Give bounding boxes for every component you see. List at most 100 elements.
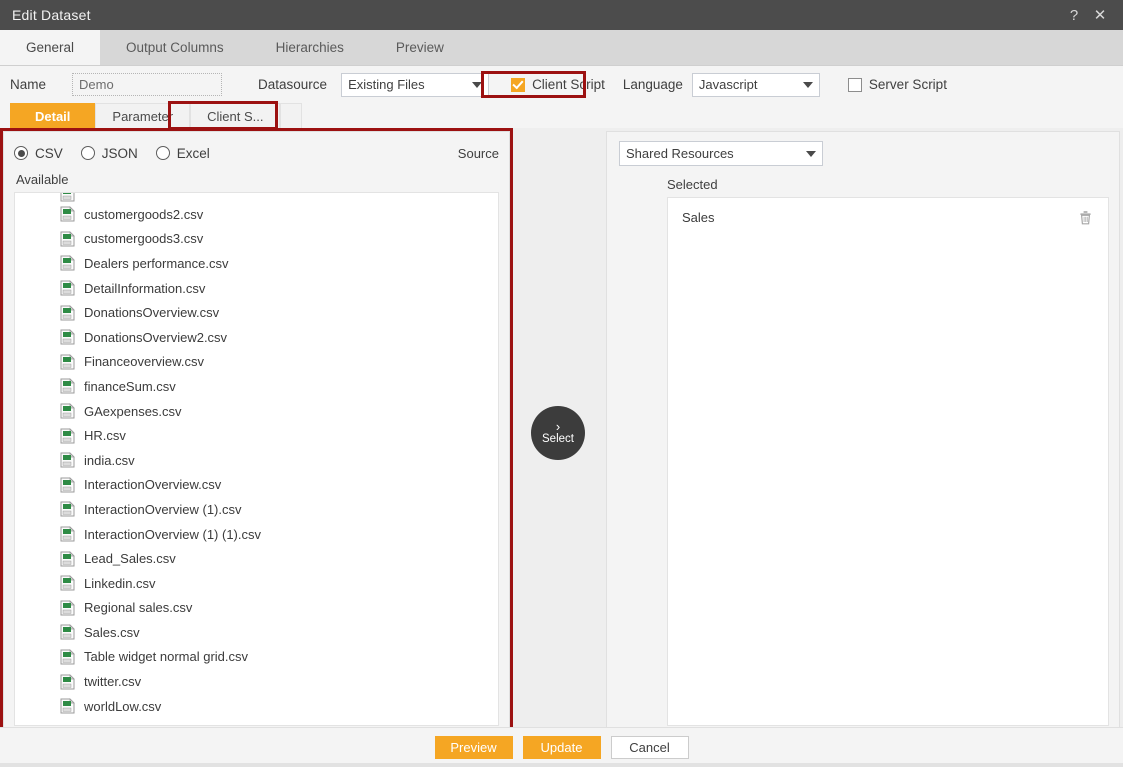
list-item[interactable]: HR.csv (15, 423, 498, 448)
list-item[interactable]: DetailInformation.csv (15, 276, 498, 301)
list-item[interactable]: Financeoverview.csv (15, 350, 498, 375)
radio-excel[interactable]: Excel (155, 145, 210, 161)
file-name: Table widget normal grid.csv (84, 649, 249, 665)
radio-json-label: JSON (101, 145, 138, 161)
list-item[interactable]: Linkedin.csv (15, 571, 498, 596)
list-item[interactable]: Regional sales.csv (15, 596, 498, 621)
list-item[interactable]: InteractionOverview.csv (15, 473, 498, 498)
file-name: GAexpenses.csv (84, 403, 182, 419)
name-label: Name (10, 77, 47, 92)
list-item[interactable]: DonationsOverview2.csv (15, 325, 498, 350)
footer-strip (0, 763, 1123, 767)
tab-general[interactable]: General (0, 30, 101, 65)
server-script-checkbox[interactable]: Server Script (847, 77, 947, 92)
dialog-titlebar: Edit Dataset ? ✕ (0, 0, 1123, 30)
list-item[interactable]: Table widget normal grid.csv (15, 645, 498, 670)
update-button[interactable]: Update (522, 736, 601, 759)
tab-preview[interactable]: Preview (370, 30, 470, 65)
file-name: DonationsOverview2.csv (84, 329, 228, 345)
file-name: HR.csv (84, 428, 126, 444)
list-item[interactable]: india.csv (15, 448, 498, 473)
list-item[interactable]: InteractionOverview (1) (1).csv (15, 522, 498, 547)
chevron-down-icon (802, 81, 813, 88)
csv-file-icon (60, 193, 75, 202)
file-name: twitter.csv (84, 674, 142, 690)
csv-file-icon (60, 255, 75, 271)
csv-file-icon (60, 427, 75, 444)
csv-file-icon (60, 304, 75, 321)
radio-excel-label: Excel (176, 145, 210, 161)
datasource-select-value: Existing Files (348, 77, 425, 92)
file-name: customergoods3.csv (84, 231, 204, 247)
csv-file-icon (60, 501, 75, 517)
available-file-list[interactable]: customergoods2.csv customergoods3.csv Deal… (14, 192, 499, 726)
list-item[interactable]: financeSum.csv (15, 374, 498, 399)
source-section-label: Source (457, 145, 499, 161)
resource-type-select[interactable]: Shared Resources (619, 141, 823, 166)
csv-file-icon (60, 698, 75, 714)
selected-item-name: Sales (682, 209, 715, 225)
list-item-partial[interactable] (15, 193, 498, 202)
file-rows-container: customergoods2.csv customergoods3.csv Deal… (15, 202, 498, 718)
resource-type-value: Shared Resources (626, 146, 734, 161)
list-item[interactable]: worldLow.csv (15, 694, 498, 719)
radio-csv-label: CSV (35, 145, 63, 161)
tab-hierarchies[interactable]: Hierarchies (250, 30, 370, 65)
client-script-label: Client Script (532, 77, 605, 92)
radio-csv[interactable]: CSV (14, 146, 63, 161)
file-name: Dealers performance.csv (84, 255, 229, 271)
file-name: worldLow.csv (84, 698, 162, 714)
language-select-value: Javascript (698, 77, 758, 92)
transfer-controls: › Select (510, 131, 606, 727)
datasource-select[interactable]: Existing Files (341, 72, 490, 97)
select-button[interactable]: › Select (531, 406, 585, 460)
radio-json[interactable]: JSON (80, 145, 138, 161)
list-item[interactable]: Lead_Sales.csv (15, 546, 498, 571)
file-name: InteractionOverview (1) (1).csv (84, 526, 261, 542)
source-type-radiogroup: CSV JSON Excel Source (14, 142, 499, 164)
csv-file-icon (60, 280, 75, 296)
file-name: Sales.csv (84, 624, 140, 640)
tab-output-columns[interactable]: Output Columns (100, 30, 250, 65)
file-name: DetailInformation.csv (84, 280, 206, 296)
language-select[interactable]: Javascript (691, 72, 820, 97)
client-script-checkbox[interactable]: Client Script (511, 77, 605, 92)
csv-file-icon (60, 476, 75, 493)
main-tabbar: General Output Columns Hierarchies Previ… (0, 30, 1123, 66)
subtab-client-script[interactable]: Client S... (190, 103, 281, 128)
list-item[interactable]: customergoods3.csv (15, 227, 498, 252)
list-item[interactable]: InteractionOverview (1).csv (15, 497, 498, 522)
list-item[interactable]: customergoods2.csv (15, 202, 498, 227)
list-item[interactable]: Sales (668, 204, 1108, 230)
datasource-label: Datasource (258, 77, 328, 92)
checkbox-checked-icon (511, 77, 526, 92)
help-icon[interactable]: ? (1061, 2, 1087, 28)
cancel-button[interactable]: Cancel (610, 736, 689, 759)
list-item[interactable]: DonationsOverview.csv (15, 300, 498, 325)
trash-icon[interactable] (1079, 210, 1092, 225)
subtab-detail[interactable]: Detail (10, 103, 96, 128)
radio-selected-icon (14, 146, 28, 160)
radio-unselected-icon (155, 146, 170, 160)
csv-file-icon (60, 378, 75, 394)
radio-unselected-icon (80, 146, 95, 160)
file-name: Lead_Sales.csv (84, 551, 176, 567)
chevron-down-icon (472, 81, 483, 88)
dataset-form-row: Name Demo Datasource Existing Files Clie… (0, 66, 1123, 103)
name-input[interactable]: Demo (72, 73, 223, 96)
list-item[interactable]: Dealers performance.csv (15, 251, 498, 276)
list-item[interactable]: GAexpenses.csv (15, 399, 498, 424)
list-item[interactable]: Sales.csv (15, 620, 498, 645)
file-name: financeSum.csv (84, 378, 176, 394)
list-item[interactable]: twitter.csv (15, 669, 498, 694)
file-name: InteractionOverview.csv (84, 477, 222, 493)
csv-file-icon (60, 624, 75, 640)
csv-file-icon (60, 329, 75, 345)
file-name: india.csv (84, 452, 135, 468)
subtab-parameter[interactable]: Parameter (95, 103, 191, 128)
csv-file-icon (60, 599, 75, 616)
preview-button[interactable]: Preview (434, 736, 513, 759)
selected-list[interactable]: Sales (667, 197, 1109, 726)
file-name: InteractionOverview (1).csv (84, 501, 242, 517)
close-icon[interactable]: ✕ (1087, 2, 1113, 28)
